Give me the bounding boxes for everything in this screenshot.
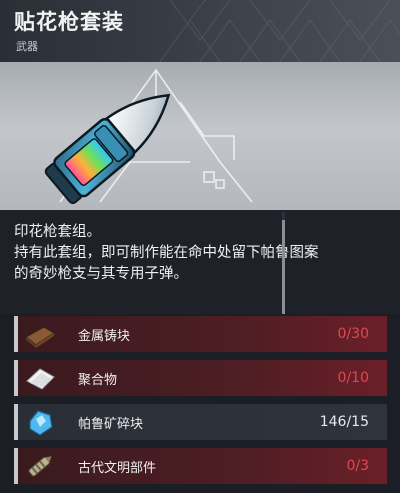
description-line-2: 持有此套组，即可制作能在命中处留下帕鲁图案 (14, 245, 319, 261)
artwork-svg (44, 68, 253, 205)
materials-list: 金属铸块 0/30 聚合物 0/10 帕鲁矿碎块 146/15 古代文明部件 0… (0, 314, 400, 493)
ancient-part-icon (18, 448, 62, 484)
bullet-icon (44, 93, 171, 205)
material-row-polymer[interactable]: 聚合物 0/10 (14, 360, 387, 396)
description-line-3: 的奇妙枪支与其专用子弹。 (14, 266, 188, 282)
material-row-metal-ingot[interactable]: 金属铸块 0/30 (14, 316, 387, 352)
item-artwork (0, 62, 400, 210)
item-title: 贴花枪套装 (14, 10, 124, 34)
item-header: 贴花枪套装 武器 (0, 0, 400, 62)
material-name: 古代文明部件 (78, 460, 157, 476)
description-scrollbar-thumb[interactable] (282, 220, 285, 314)
item-category: 武器 (16, 40, 38, 53)
pal-fragment-icon (18, 404, 62, 440)
material-count: 146/15 (319, 414, 369, 430)
material-count: 0/3 (346, 458, 369, 474)
material-name: 帕鲁矿碎块 (78, 416, 144, 432)
material-count: 0/30 (337, 326, 369, 342)
material-row-pal-fragment[interactable]: 帕鲁矿碎块 146/15 (14, 404, 387, 440)
description-line-1: 印花枪套组。 (14, 224, 101, 240)
material-row-ancient-part[interactable]: 古代文明部件 0/3 (14, 448, 387, 484)
material-name: 聚合物 (78, 372, 118, 388)
metal-ingot-icon (18, 316, 62, 352)
material-name: 金属铸块 (78, 328, 131, 344)
material-count: 0/10 (337, 370, 369, 386)
polymer-icon (18, 360, 62, 396)
header-triangle-pattern (160, 0, 400, 62)
item-description: 印花枪套组。 持有此套组，即可制作能在命中处留下帕鲁图案 的奇妙枪支与其专用子弹… (0, 210, 400, 314)
